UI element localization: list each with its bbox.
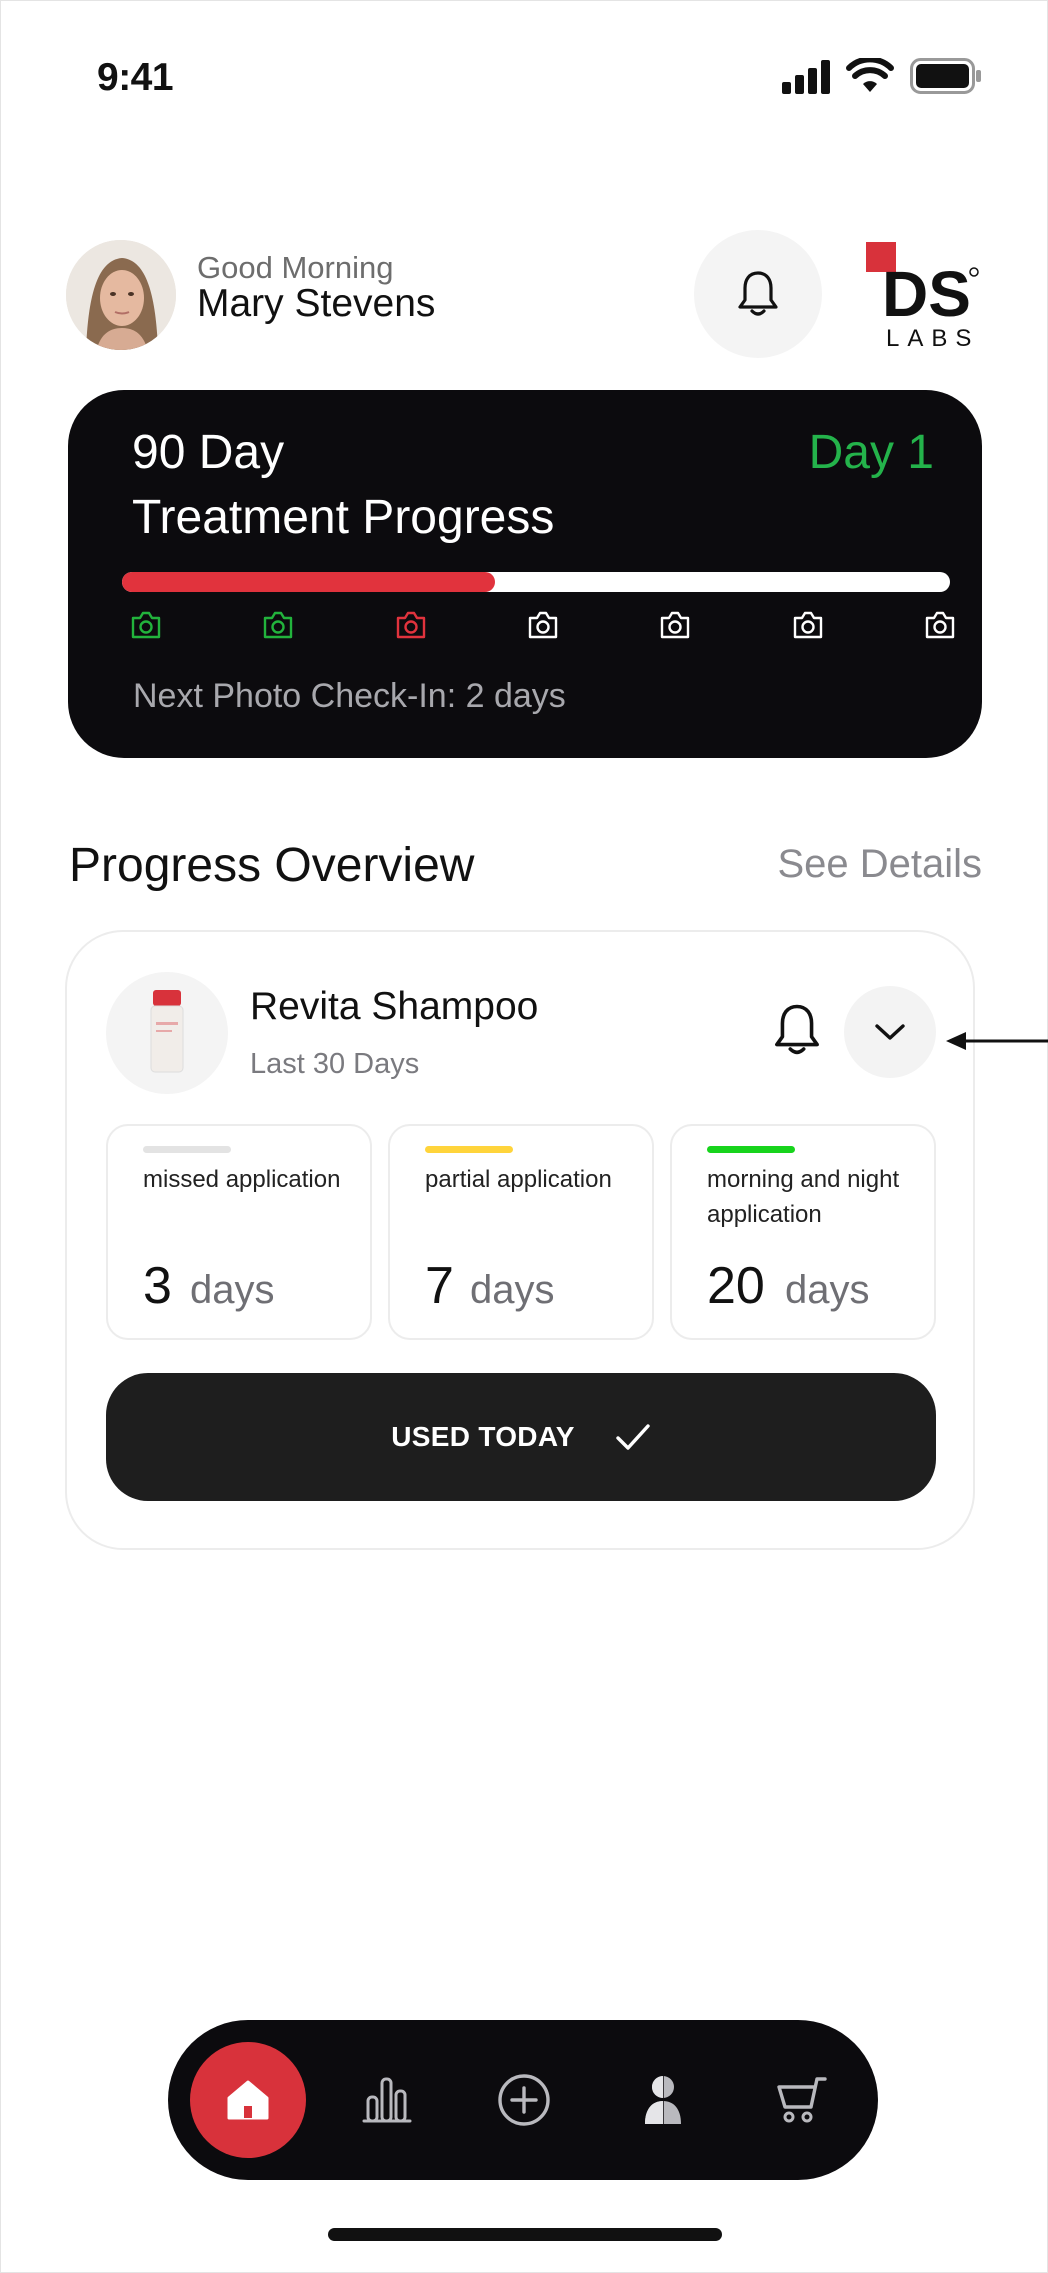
stat-card-missed: missed application 3 days	[106, 1124, 372, 1340]
avatar[interactable]	[66, 240, 176, 350]
add-icon	[498, 2074, 550, 2126]
used-today-label: USED TODAY	[391, 1421, 575, 1452]
stat-label: missed application	[143, 1166, 341, 1193]
camera-icon	[130, 610, 162, 640]
svg-text:LABS: LABS	[886, 325, 979, 348]
profile-icon	[645, 2076, 681, 2124]
section-title: Progress Overview	[69, 839, 475, 892]
camera-icon	[395, 610, 427, 640]
used-today-button[interactable]: USED TODAY	[106, 1373, 936, 1501]
greeting-text: Good Morning	[197, 250, 394, 285]
checkmark-icon	[616, 1424, 650, 1450]
stat-unit: days	[190, 1268, 275, 1312]
tab-home[interactable]	[190, 2042, 306, 2158]
annotation-arrow-icon	[946, 1032, 1048, 1050]
stat-label: morning and night application	[707, 1166, 900, 1228]
treatment-title-line2: Treatment Progress	[132, 491, 555, 544]
product-name: Revita Shampoo	[250, 985, 539, 1028]
status-time: 9:41	[97, 56, 174, 99]
camera-icon	[262, 610, 294, 640]
photo-checkins	[130, 610, 956, 644]
tab-add[interactable]	[466, 2042, 582, 2158]
treatment-title-line1: 90 Day	[132, 426, 285, 479]
stat-value: 7	[425, 1257, 454, 1315]
user-name: Mary Stevens	[197, 282, 436, 325]
product-period: Last 30 Days	[250, 1048, 420, 1080]
stat-color-bar	[143, 1146, 231, 1153]
reminder-bell-icon[interactable]	[772, 1002, 822, 1058]
bell-icon	[738, 271, 778, 316]
chevron-down-icon	[875, 1024, 905, 1040]
next-checkin-text: Next Photo Check-In: 2 days	[133, 677, 566, 715]
product-image	[106, 972, 228, 1094]
tab-profile[interactable]	[605, 2042, 721, 2158]
stat-color-bar	[425, 1146, 513, 1153]
home-icon	[227, 2080, 269, 2120]
expand-button[interactable]	[844, 986, 936, 1078]
signal-icon	[782, 60, 830, 94]
progress-bar-fill	[122, 572, 495, 592]
see-details-link[interactable]: See Details	[777, 842, 982, 887]
camera-icon	[924, 610, 956, 640]
stat-label: partial application	[425, 1166, 612, 1193]
camera-icon	[659, 610, 691, 640]
stat-card-morning-night: morning and night application 20 days	[670, 1124, 936, 1340]
day-label: Day 1	[808, 426, 934, 479]
wifi-icon	[846, 58, 894, 92]
notifications-button[interactable]	[694, 230, 822, 358]
tab-stats[interactable]	[329, 2042, 445, 2158]
home-indicator	[328, 2228, 722, 2241]
cart-icon	[777, 2077, 827, 2123]
tab-cart[interactable]	[743, 2042, 859, 2158]
stats-icon	[362, 2077, 412, 2123]
battery-icon	[910, 58, 981, 94]
camera-icon	[792, 610, 824, 640]
stat-color-bar	[707, 1146, 795, 1153]
stat-value: 3	[143, 1257, 172, 1315]
svg-text:DS: DS	[882, 258, 971, 330]
stat-unit: days	[470, 1268, 555, 1312]
stat-value: 20	[707, 1257, 765, 1315]
stat-card-partial: partial application 7 days	[388, 1124, 654, 1340]
stat-unit: days	[785, 1268, 870, 1312]
camera-icon	[527, 610, 559, 640]
ds-labs-logo: DS LABS	[862, 238, 982, 352]
treatment-progress-bar	[122, 572, 950, 592]
